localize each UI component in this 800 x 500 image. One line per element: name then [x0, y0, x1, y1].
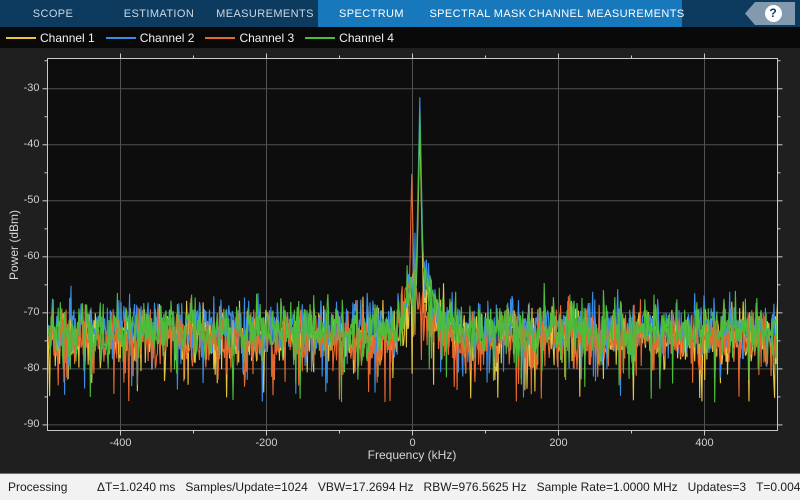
y-axis-label: Power (dBm) — [7, 210, 21, 280]
legend-swatch — [205, 37, 235, 39]
legend-item-channel-1[interactable]: Channel 1 — [6, 31, 95, 45]
tab-spectrum[interactable]: SPECTRUM — [318, 0, 425, 27]
legend-swatch — [305, 37, 335, 39]
help-icon: ? — [765, 5, 782, 22]
x-tick-label: -200 — [242, 437, 292, 450]
status-rbw: RBW=976.5625 Hz — [424, 480, 527, 494]
tab-group-selected: SPECTRUM SPECTRAL MASK CHANNEL MEASUREME… — [318, 0, 682, 27]
tab-spectral-mask[interactable]: SPECTRAL MASK — [425, 0, 531, 27]
status-sample-rate: Sample Rate=1.0000 MHz — [537, 480, 678, 494]
status-updates: Updates=3 — [688, 480, 746, 494]
y-tick-label: -80 — [0, 362, 40, 375]
x-tick-label: 400 — [680, 437, 730, 450]
legend-swatch — [6, 37, 36, 39]
legend-item-channel-3[interactable]: Channel 3 — [205, 31, 294, 45]
toolbar: SCOPE ESTIMATION MEASUREMENTS SPECTRUM S… — [0, 0, 800, 27]
y-tick-label: -90 — [0, 418, 40, 431]
y-tick-label: -60 — [0, 250, 40, 263]
y-tick-label: -70 — [0, 306, 40, 319]
legend-label: Channel 3 — [239, 31, 294, 45]
legend-bar: Channel 1 Channel 2 Channel 3 Channel 4 — [0, 27, 800, 48]
y-tick-label: -30 — [0, 82, 40, 95]
y-tick-label: -50 — [0, 194, 40, 207]
status-delta-t: ΔT=1.0240 ms — [97, 480, 175, 494]
tab-measurements[interactable]: MEASUREMENTS — [212, 0, 318, 27]
x-tick-label: 0 — [388, 437, 438, 450]
status-samples-per-update: Samples/Update=1024 — [185, 480, 307, 494]
tab-scope[interactable]: SCOPE — [0, 0, 106, 27]
x-tick-label: 200 — [534, 437, 584, 450]
legend-item-channel-4[interactable]: Channel 4 — [305, 31, 394, 45]
status-vbw: VBW=17.2694 Hz — [318, 480, 414, 494]
status-state: Processing — [0, 480, 97, 494]
x-tick-label: -400 — [96, 437, 146, 450]
legend-label: Channel 2 — [140, 31, 195, 45]
figure: Power (dBm) Frequency (kHz) -400 -200 0 200… — [0, 48, 800, 473]
help-button[interactable]: ? — [745, 2, 795, 25]
y-tick-label: -40 — [0, 138, 40, 151]
tab-estimation[interactable]: ESTIMATION — [106, 0, 212, 27]
tab-channel-measurements[interactable]: CHANNEL MEASUREMENTS — [531, 0, 682, 27]
status-time: T=0.0041 — [756, 480, 800, 494]
toolbar-spacer — [682, 0, 745, 27]
legend-swatch — [106, 37, 136, 39]
status-bar: Processing ΔT=1.0240 ms Samples/Update=1… — [0, 473, 800, 500]
legend-item-channel-2[interactable]: Channel 2 — [106, 31, 195, 45]
spectrum-plot[interactable] — [0, 48, 800, 473]
legend-label: Channel 1 — [40, 31, 95, 45]
legend-label: Channel 4 — [339, 31, 394, 45]
spectrum-analyzer-window: SCOPE ESTIMATION MEASUREMENTS SPECTRUM S… — [0, 0, 800, 500]
x-axis-label: Frequency (kHz) — [368, 448, 457, 462]
